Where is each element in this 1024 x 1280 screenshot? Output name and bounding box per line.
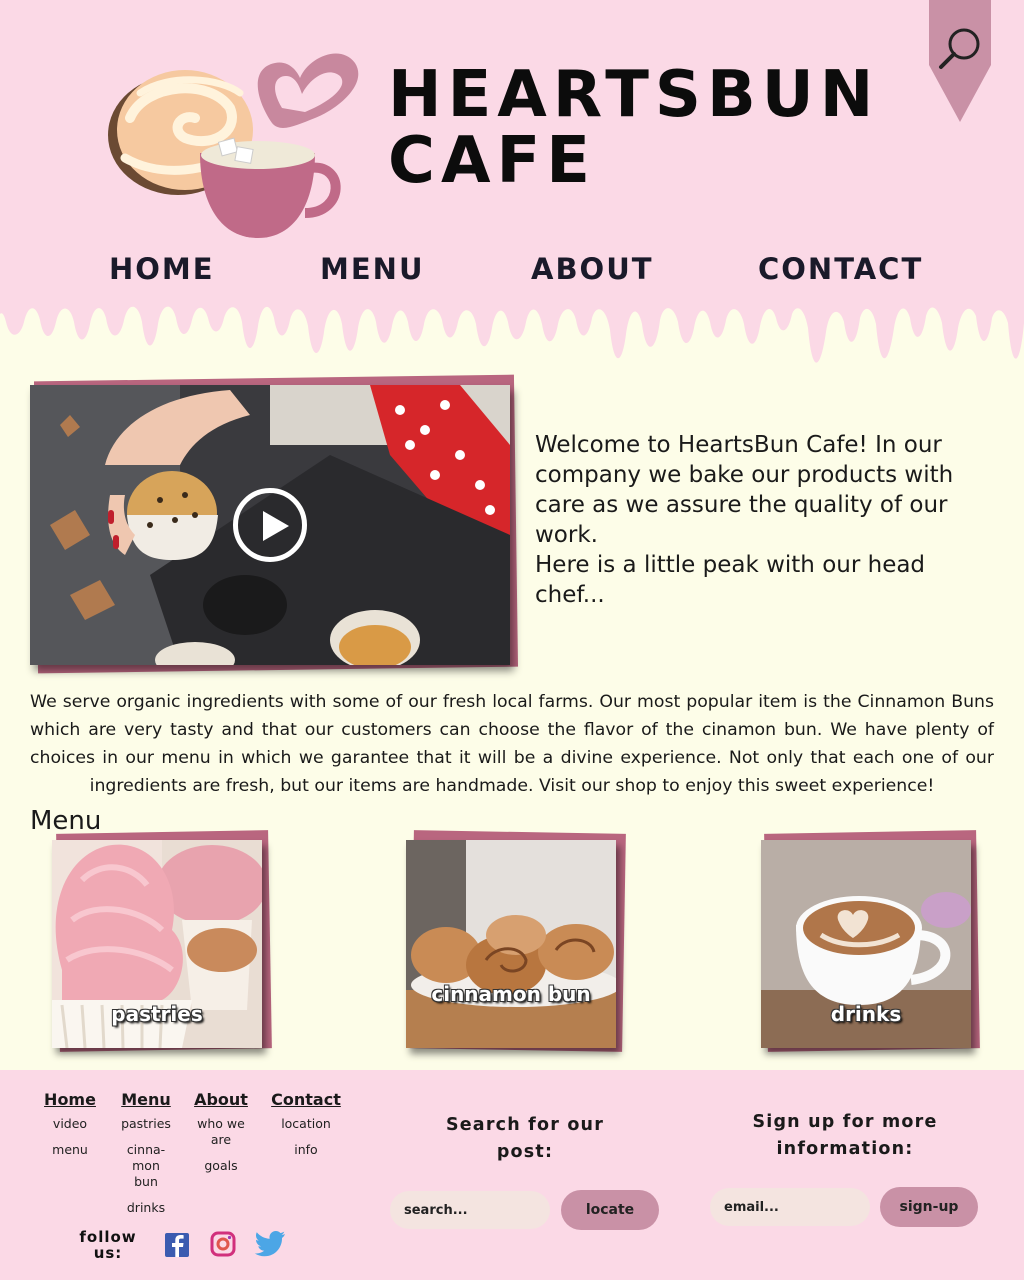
email-field[interactable]	[710, 1188, 870, 1226]
facebook-icon[interactable]	[162, 1230, 192, 1260]
brand-line-2: CAFE	[388, 124, 596, 198]
cafe-logo	[108, 53, 359, 238]
welcome-text: Welcome to HeartsBun Cafe! In our compan…	[535, 430, 985, 610]
footer-link-drinks[interactable]: drinks	[116, 1200, 176, 1216]
search-post-title: Search for our post:	[445, 1115, 605, 1162]
footer-link-contact[interactable]: Contact	[266, 1090, 346, 1109]
footer-link-home[interactable]: Home	[40, 1090, 100, 1109]
sign-up-button[interactable]: sign-up	[880, 1187, 978, 1227]
nav-contact[interactable]: CONTACT	[758, 252, 923, 286]
menu-heading: Menu	[30, 806, 102, 836]
nav-menu[interactable]: MENU	[320, 252, 425, 286]
welcome-line-2: Here is a little peak with our head chef…	[535, 552, 926, 608]
play-icon[interactable]	[233, 488, 307, 562]
card-label-cinnamon-bun: cinnamon bun	[431, 982, 591, 1006]
follow-us-label: follow us:	[79, 1228, 137, 1262]
brand-line-1: HEARTSBUN	[388, 58, 880, 132]
footer-col-menu: Menu pastries cinna-mon bun drinks	[116, 1090, 176, 1226]
card-label-pastries: pastries	[111, 1002, 203, 1026]
footer-col-home: Home video menu	[40, 1090, 100, 1168]
welcome-line-1: Welcome to HeartsBun Cafe! In our compan…	[535, 432, 954, 548]
locate-button[interactable]: locate	[561, 1190, 659, 1230]
cinnamon-bun-image	[406, 840, 616, 1048]
footer-link-goals[interactable]: goals	[191, 1158, 251, 1174]
footer-link-pastries[interactable]: pastries	[116, 1116, 176, 1132]
about-paragraph: We serve organic ingredients with some o…	[30, 692, 994, 796]
footer-link-about[interactable]: About	[191, 1090, 251, 1109]
footer-link-menu-head[interactable]: Menu	[116, 1090, 176, 1109]
footer-link-cinnamon-bun[interactable]: cinna-mon bun	[124, 1142, 168, 1190]
footer-link-location[interactable]: location	[266, 1116, 346, 1132]
icing-drips	[0, 288, 1024, 363]
footer-col-contact: Contact location info	[266, 1090, 346, 1168]
nav-about[interactable]: ABOUT	[531, 252, 654, 286]
search-bookmark[interactable]	[929, 0, 991, 122]
menu-card-pastries[interactable]: pastries	[52, 840, 262, 1048]
menu-card-drinks[interactable]: drinks	[761, 840, 971, 1048]
footer-link-who-we-are[interactable]: who we are	[194, 1116, 248, 1148]
card-label-drinks: drinks	[830, 1002, 902, 1026]
footer-col-about: About who we are goals	[191, 1090, 251, 1184]
footer-link-info[interactable]: info	[266, 1142, 346, 1158]
footer-link-video[interactable]: video	[40, 1116, 100, 1132]
instagram-icon[interactable]	[208, 1229, 238, 1259]
brand-title: HEARTSBUN CAFE	[388, 62, 879, 194]
twitter-icon[interactable]	[254, 1226, 288, 1260]
footer-link-menu[interactable]: menu	[40, 1142, 100, 1158]
search-input[interactable]	[390, 1191, 550, 1229]
signup-title: Sign up for more information:	[752, 1112, 938, 1159]
nav-home[interactable]: HOME	[109, 252, 215, 286]
menu-card-cinnamon-bun[interactable]: cinnamon bun	[406, 840, 616, 1048]
main-nav: HOME MENU ABOUT CONTACT	[0, 252, 1024, 292]
